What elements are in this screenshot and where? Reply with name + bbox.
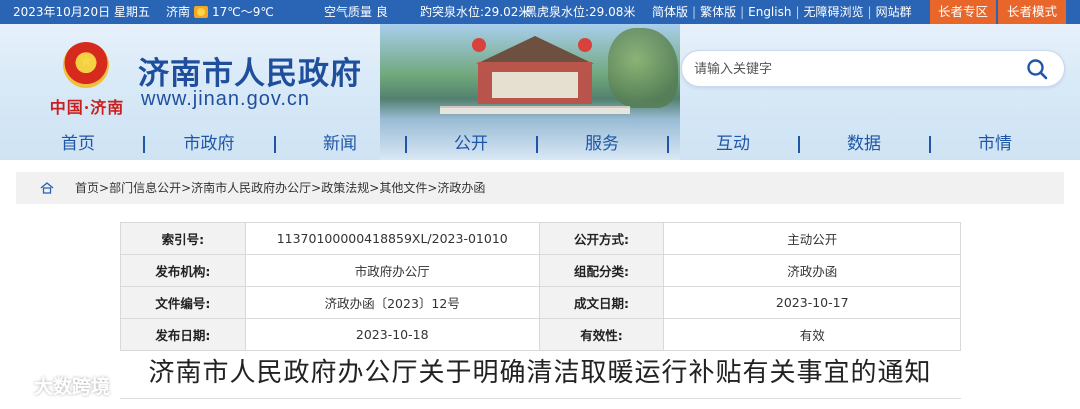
breadcrumb-item-current[interactable]: 济政办函: [437, 181, 485, 195]
publish-label: 发布日期:: [120, 318, 246, 351]
created-label: 成文日期:: [538, 286, 665, 319]
document-title: 济南市人民政府办公厅关于明确清洁取暖运行补贴有关事宜的通知: [148, 358, 932, 388]
org-label: 发布机构:: [120, 254, 246, 287]
breadcrumb-path: 首页>部门信息公开>济南市人民政府办公厅>政策法规>其他文件>济政办函: [75, 172, 485, 204]
link-traditional[interactable]: 繁体版: [700, 5, 736, 19]
link-site-group[interactable]: 网站群: [876, 5, 912, 19]
breadcrumb-separator: >: [369, 181, 380, 195]
breadcrumb-item-home[interactable]: 首页: [75, 181, 99, 195]
site-header: 中国·济南 济南市人民政府 www.jinan.gov.cn 首页 市政府 新闻…: [0, 24, 1080, 160]
method-value: 主动公开: [663, 222, 961, 255]
separator: |: [795, 5, 800, 19]
air-quality: 空气质量 良: [324, 5, 388, 19]
table-row: 索引号: 11370100000418859XL/2023-01010 公开方式…: [120, 222, 961, 255]
nav-government[interactable]: 市政府: [184, 128, 235, 160]
method-label: 公开方式:: [538, 222, 665, 255]
search-input[interactable]: [694, 57, 994, 81]
nav-divider: [143, 136, 145, 153]
nav-public[interactable]: 公开: [454, 128, 488, 160]
temperature: 17℃～9℃: [212, 5, 274, 19]
breadcrumb-item-other[interactable]: 其他文件: [379, 181, 427, 195]
breadcrumb-item-policy[interactable]: 政策法规: [321, 181, 369, 195]
breadcrumb-separator: >: [99, 181, 110, 195]
home-icon[interactable]: [40, 181, 54, 195]
category-label: 组配分类:: [538, 254, 665, 287]
breadcrumb-item-office[interactable]: 济南市人民政府办公厅: [191, 181, 311, 195]
site-title[interactable]: 济南市人民政府: [138, 48, 362, 93]
link-simplified[interactable]: 简体版: [652, 5, 688, 19]
elder-mode-button[interactable]: 长者模式: [998, 0, 1066, 24]
site-logo[interactable]: 中国·济南: [45, 42, 129, 134]
nav-data[interactable]: 数据: [847, 128, 881, 160]
watermark-text: 大数跨境: [34, 376, 111, 398]
separator: |: [692, 5, 697, 19]
nav-city-info[interactable]: 市情: [978, 128, 1012, 160]
index-label: 索引号:: [120, 222, 246, 255]
spring-level-baotu: 趵突泉水位:29.02米: [420, 5, 531, 19]
breadcrumb-item-dept-info[interactable]: 部门信息公开: [109, 181, 181, 195]
city-name: 济南: [166, 5, 191, 19]
validity-label: 有效性:: [538, 318, 665, 351]
org-value: 市政府办公厅: [244, 254, 540, 287]
docno-label: 文件编号:: [120, 286, 246, 319]
table-row: 发布机构: 市政府办公厅 组配分类: 济政办函: [120, 254, 961, 287]
current-date: 2023年10月20日 星期五: [13, 5, 150, 19]
nav-services[interactable]: 服务: [585, 128, 619, 160]
elder-zone-button[interactable]: 长者专区: [930, 0, 996, 24]
weather-info: 济南 17℃～9℃: [166, 0, 274, 24]
nav-divider: [929, 136, 931, 153]
top-bar: 2023年10月20日 星期五 济南 17℃～9℃ 空气质量 良 趵突泉水位:29…: [0, 0, 1080, 24]
category-value: 济政办函: [663, 254, 961, 287]
site-url: www.jinan.gov.cn: [141, 88, 311, 110]
search-icon[interactable]: [1026, 58, 1048, 80]
breadcrumb: 首页>部门信息公开>济南市人民政府办公厅>政策法规>其他文件>济政办函: [16, 172, 1064, 204]
watermark: 大数跨境: [8, 372, 110, 402]
language-links: 简体版 | 繁体版 | English | 无障碍浏览 | 网站群: [652, 0, 912, 24]
separator: |: [867, 5, 872, 19]
table-row: 文件编号: 济政办函〔2023〕12号 成文日期: 2023-10-17: [120, 286, 961, 319]
nav-divider: [405, 136, 407, 153]
breadcrumb-separator: >: [181, 181, 192, 195]
main-nav: 首页 市政府 新闻 公开 服务 互动 数据 市情: [0, 128, 1080, 160]
table-row: 发布日期: 2023-10-18 有效性: 有效: [120, 318, 961, 351]
nav-divider: [536, 136, 538, 153]
logo-text: 中国·济南: [49, 98, 125, 117]
nav-divider: [667, 136, 669, 153]
national-emblem-icon: [63, 42, 109, 88]
index-value: 11370100000418859XL/2023-01010: [244, 222, 540, 255]
title-divider: [120, 398, 961, 399]
nav-home[interactable]: 首页: [61, 128, 95, 160]
publish-value: 2023-10-18: [244, 318, 540, 351]
nav-divider: [274, 136, 276, 153]
watermark-logo-icon: [8, 378, 30, 396]
separator: |: [740, 5, 745, 19]
breadcrumb-separator: >: [311, 181, 322, 195]
link-english[interactable]: English: [748, 5, 791, 19]
document-metadata-table: 索引号: 11370100000418859XL/2023-01010 公开方式…: [120, 222, 961, 351]
nav-interaction[interactable]: 互动: [716, 128, 750, 160]
link-accessibility[interactable]: 无障碍浏览: [804, 5, 864, 19]
sun-icon: [194, 6, 209, 18]
nav-divider: [798, 136, 800, 153]
created-value: 2023-10-17: [663, 286, 961, 319]
search-box: [681, 50, 1065, 87]
nav-news[interactable]: 新闻: [323, 128, 357, 160]
spring-level-heihu: 黑虎泉水位:29.08米: [525, 5, 636, 19]
breadcrumb-separator: >: [427, 181, 438, 195]
docno-value: 济政办函〔2023〕12号: [244, 286, 540, 319]
validity-value: 有效: [663, 318, 961, 351]
